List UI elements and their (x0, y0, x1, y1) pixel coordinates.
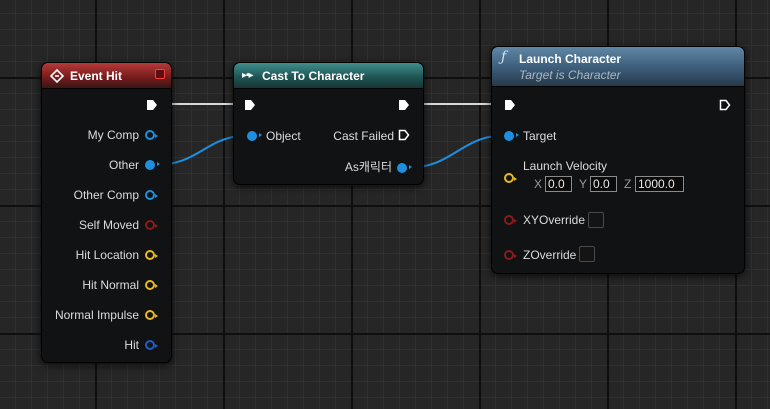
pin-label-z-override: ZOverride (523, 248, 577, 262)
pin-z-override[interactable] (504, 250, 517, 260)
launch-character-subtitle: Target is Character (519, 68, 621, 82)
pin-other-comp[interactable] (145, 190, 158, 200)
pin-self-moved[interactable] (145, 220, 158, 230)
pin-label-object: Object (266, 129, 301, 143)
cast-exec-in-pin[interactable] (244, 99, 256, 111)
pin-launch-velocity[interactable] (504, 173, 517, 183)
pin-object[interactable] (247, 131, 262, 141)
pin-label-hit-normal: Hit Normal (82, 278, 139, 292)
launch-character-header[interactable]: ƒ Launch Character Target is Character (492, 47, 744, 87)
xy-override-checkbox[interactable] (588, 212, 604, 228)
cast-to-character-header[interactable]: ▸•▸ Cast To Character (234, 63, 423, 89)
pin-label-launch-velocity: Launch Velocity (523, 159, 608, 173)
z-override-checkbox[interactable] (579, 246, 595, 262)
pin-label-other: Other (108, 158, 139, 172)
pin-label-hit: Hit (124, 338, 139, 352)
pin-other[interactable] (145, 160, 160, 170)
velocity-x-label: X (534, 177, 543, 191)
velocity-z-field[interactable]: 1000.0 (635, 176, 684, 192)
pin-as-character[interactable] (397, 163, 412, 173)
launch-exec-out-pin[interactable] (719, 99, 731, 111)
pin-hit-normal[interactable] (145, 280, 158, 290)
velocity-y-field[interactable]: 0.0 (590, 176, 617, 192)
pin-label-other-comp: Other Comp (73, 188, 139, 202)
event-diamond-icon (49, 68, 65, 86)
pin-label-my-comp: My Comp (87, 128, 139, 142)
pin-label-cast-failed: Cast Failed (333, 129, 394, 143)
pin-hit[interactable] (145, 340, 158, 350)
pin-label-target: Target (523, 129, 557, 143)
pin-normal-impulse[interactable] (145, 310, 158, 320)
cast-failed-exec-pin[interactable] (398, 129, 410, 141)
pin-label-hit-location: Hit Location (75, 248, 139, 262)
launch-exec-in-pin[interactable] (504, 99, 516, 111)
cast-exec-out-pin[interactable] (398, 99, 410, 111)
velocity-y-label: Y (579, 177, 588, 191)
cast-to-character-node[interactable]: ▸•▸ Cast To Character Object Cast Failed… (233, 62, 424, 185)
pin-my-comp[interactable] (145, 130, 158, 140)
pin-label-xy-override: XYOverride (523, 213, 586, 227)
pin-label-as-character: As캐릭터 (344, 160, 392, 174)
pin-label-self-moved: Self Moved (78, 218, 139, 232)
cast-to-character-title: Cast To Character (262, 69, 365, 83)
pin-target[interactable] (504, 131, 519, 141)
function-icon: ƒ (501, 49, 507, 65)
event-hit-node[interactable]: Event Hit My Comp Other Other Comp Self … (41, 62, 172, 363)
cast-arrows-icon: ▸•▸ (242, 70, 254, 81)
pin-xy-override[interactable] (504, 215, 517, 225)
event-stop-icon (155, 69, 165, 79)
launch-character-title: Launch Character (519, 52, 622, 66)
launch-character-node[interactable]: ƒ Launch Character Target is Character T… (491, 46, 745, 274)
event-hit-header[interactable]: Event Hit (42, 63, 171, 89)
pin-label-normal-impulse: Normal Impulse (54, 308, 139, 322)
event-exec-out-pin[interactable] (146, 99, 158, 111)
event-hit-title: Event Hit (70, 69, 123, 83)
pin-hit-location[interactable] (145, 250, 158, 260)
velocity-x-field[interactable]: 0.0 (545, 176, 572, 192)
velocity-z-label: Z (624, 177, 632, 191)
